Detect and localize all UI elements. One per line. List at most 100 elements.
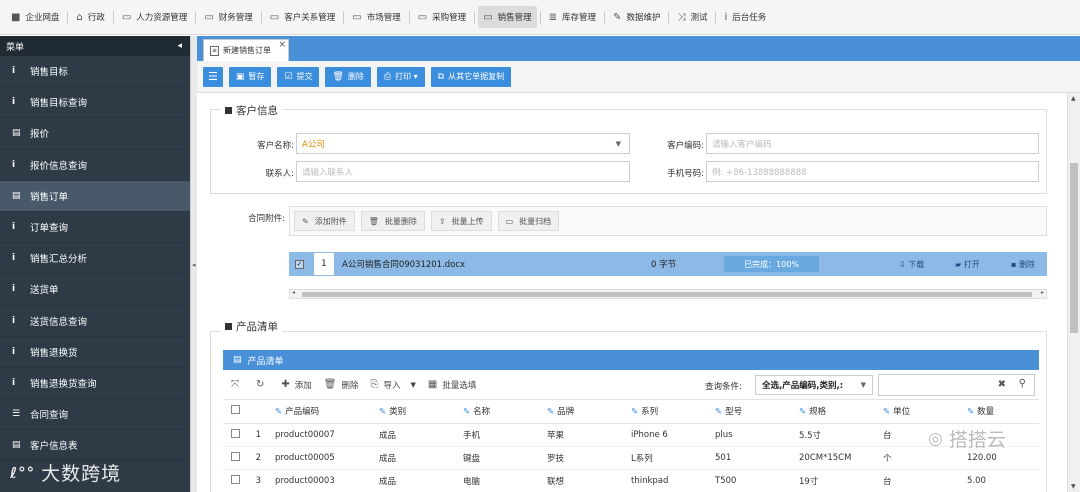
cell-series[interactable]: thinkpad [623,469,707,492]
sidebar-item-quote-query[interactable]: i 报价信息查询 [0,150,190,181]
search-icon[interactable]: ⚲ [1019,378,1026,389]
cell-model[interactable]: 501 [707,446,791,470]
nav-item-crm[interactable]: ▭ 客户关系管理 [265,6,340,28]
expand-button[interactable]: ⤧ [231,379,244,390]
scroll-down-icon[interactable]: ▼ [1071,483,1076,490]
chevron-down-icon[interactable]: ▼ [411,381,416,389]
cell-quantity[interactable]: 5.00 [959,469,1039,492]
attachment-file-row[interactable]: ✓ 1 A公司销售合同09031201.docx 0 字节 已完成：100% ⇩… [289,252,1047,276]
cell-code[interactable]: product00003 [267,469,371,492]
nav-item-purchase[interactable]: ▭ 采购管理 [413,6,471,28]
table-row[interactable]: 1 product00007 成品 手机 苹果 iPhone 6 plus 5.… [223,423,1039,447]
table-row[interactable]: 2 product00005 成品 键盘 罗技 L系列 501 20CM*15C… [223,446,1039,470]
sidebar-item-sales-summary[interactable]: i 销售汇总分析 [0,243,190,275]
cell-code[interactable]: product00005 [267,446,371,470]
collapse-icon[interactable]: ◂ [177,41,182,51]
col-unit[interactable]: ✎ 单位 [875,400,959,424]
nav-item-sales[interactable]: ▭ 销售管理 [478,6,537,28]
cell-spec[interactable]: 19寸 [791,469,875,492]
cell-unit[interactable]: 台 [875,469,959,492]
sidebar-item-sales-target-query[interactable]: i 销售目标查询 [0,87,190,119]
col-quantity[interactable]: ✎ 数量 [959,400,1039,424]
batch-archive-button[interactable]: ▭ 批量归档 [497,211,560,231]
row-checkbox-cell[interactable] [223,446,247,470]
sidebar-item-delivery-query[interactable]: i 送货信息查询 [0,306,190,337]
list-view-button[interactable]: ☰ [203,66,223,87]
table-row[interactable]: 3 product00003 成品 电脑 联想 thinkpad T500 19… [223,469,1039,492]
add-attachment-button[interactable]: ✎ 添加附件 [294,211,355,231]
copy-from-doc-button[interactable]: ⧉ 从其它单据复制 [430,66,512,87]
cell-code[interactable]: product00007 [267,423,371,447]
col-model[interactable]: ✎ 型号 [707,400,791,424]
cell-series[interactable]: iPhone 6 [623,423,707,447]
col-series[interactable]: ✎ 系列 [623,400,707,424]
customer-code-input[interactable]: 请输入客户编码 [706,133,1039,154]
sidebar-item-order-query[interactable]: i 订单查询 [0,212,190,244]
col-spec[interactable]: ✎ 规格 [791,400,875,424]
sidebar-item-quote[interactable]: ▤ 报价 [0,118,190,150]
scroll-thumb[interactable] [1070,163,1078,333]
sidebar-item-delivery[interactable]: i 送货单 [0,274,190,306]
contact-input[interactable]: 请输入联系人 [296,161,630,182]
nav-item-data[interactable]: ✎ 数据维护 [608,6,665,28]
row-checkbox[interactable] [231,474,240,484]
row-checkbox[interactable] [231,428,240,438]
tab-new-sales-order[interactable]: ≡ 新建销售订单 × [203,39,289,61]
scroll-thumb[interactable] [302,292,1032,297]
sidebar-item-sales-target[interactable]: i 销售目标 [0,56,190,88]
col-name[interactable]: ✎ 名称 [455,400,539,424]
nav-item-netdisk[interactable]: ■ 企业网盘 [6,6,64,28]
cell-category[interactable]: 成品 [371,423,455,447]
attachment-hscrollbar[interactable]: ◂ ▸ [289,289,1047,299]
sidebar-item-customer-info[interactable]: ▤ 客户信息表 [0,430,190,462]
close-icon[interactable]: × [278,40,286,50]
row-checkbox-cell[interactable] [223,469,247,492]
import-button[interactable]: ⎘ 导入 ▼ [371,379,416,391]
cell-name[interactable]: 电脑 [455,469,539,492]
nav-item-finance[interactable]: ▭ 财务管理 [199,6,257,28]
cell-brand[interactable]: 联想 [539,469,623,492]
sidebar-splitter[interactable]: ◂ [190,36,197,492]
nav-item-hr[interactable]: ▭ 人力资源管理 [117,6,192,28]
query-search-input[interactable]: ✖ ⚲ [878,374,1035,396]
col-brand[interactable]: ✎ 品牌 [539,400,623,424]
collapse-arrow-icon[interactable]: ◂ [192,261,196,269]
nav-item-admin[interactable]: ⌂ 行政 [71,6,109,28]
batch-select-button[interactable]: ▦ 批量选填 [428,379,476,391]
row-checkbox[interactable] [231,451,240,461]
submit-button[interactable]: ☑ 提交 [277,66,320,87]
cell-category[interactable]: 成品 [371,469,455,492]
sidebar-item-contract-query[interactable]: ☰ 合同查询 [0,399,190,431]
sidebar-item-returns-query[interactable]: i 销售退换货查询 [0,368,190,400]
scroll-left-icon[interactable]: ◂ [292,289,295,296]
cell-spec[interactable]: 5.5寸 [791,423,875,447]
col-code[interactable]: ✎ 产品编码 [267,400,371,424]
select-all-checkbox[interactable] [231,405,240,415]
print-button[interactable]: ⎙ 打印 ▾ [376,66,425,87]
cell-model[interactable]: T500 [707,469,791,492]
sidebar-item-sales-order[interactable]: ▤ 销售订单 [0,180,190,212]
collapse-square-icon[interactable] [225,107,232,114]
cell-spec[interactable]: 20CM*15CM [791,446,875,470]
cell-model[interactable]: plus [707,423,791,447]
save-draft-button[interactable]: ▣ 暂存 [228,66,272,87]
nav-item-inventory[interactable]: ≣ 库存管理 [544,6,601,28]
cell-name[interactable]: 手机 [455,423,539,447]
page-vscrollbar[interactable]: ▲ ▼ [1067,93,1080,492]
cell-brand[interactable]: 罗技 [539,446,623,470]
nav-item-market[interactable]: ▭ 市场管理 [347,6,405,28]
delete-row-button[interactable]: 🗑 删除 [324,379,359,391]
cell-name[interactable]: 键盘 [455,446,539,470]
cell-brand[interactable]: 苹果 [539,423,623,447]
scroll-up-icon[interactable]: ▲ [1071,95,1076,102]
col-category[interactable]: ✎ 类别 [371,400,455,424]
row-checkbox-cell[interactable] [223,423,247,447]
customer-name-select[interactable]: A公司 ▼ [296,133,630,154]
delete-link[interactable]: ▪ 删除 [1011,259,1035,270]
cell-category[interactable]: 成品 [371,446,455,470]
sidebar-item-returns[interactable]: i 销售退换货 [0,337,190,368]
download-link[interactable]: ⇩ 下载 [899,259,924,270]
batch-delete-button[interactable]: 🗑 批量删除 [360,211,425,231]
scroll-right-icon[interactable]: ▸ [1041,289,1044,296]
batch-upload-button[interactable]: ⇪ 批量上传 [430,211,492,231]
